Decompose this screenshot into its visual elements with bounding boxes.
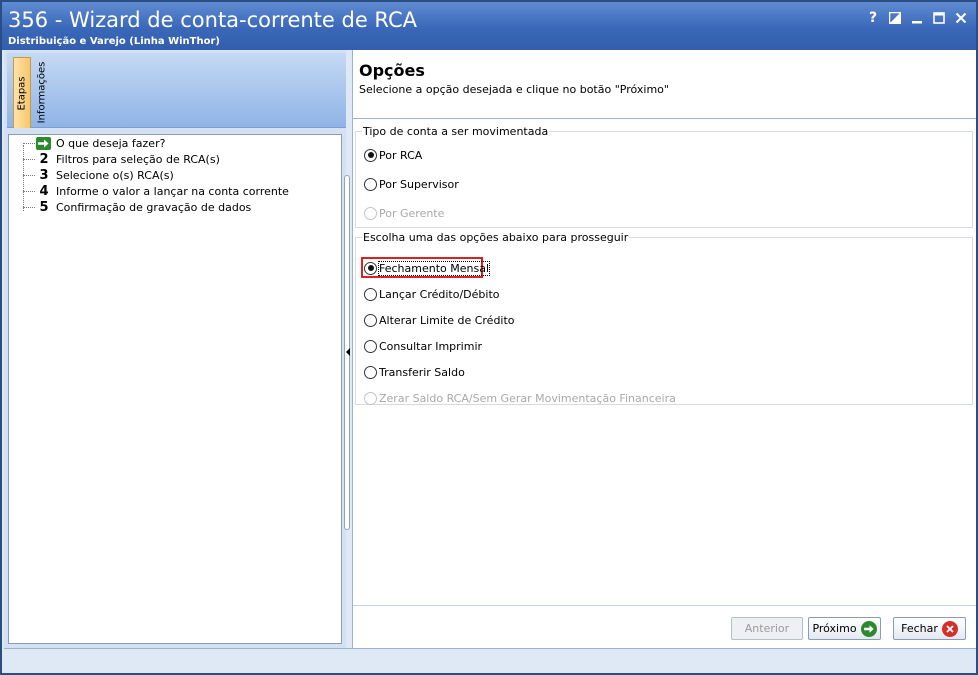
action-options-group: Escolha uma das opções abaixo para pross… xyxy=(355,231,973,406)
restore-icon xyxy=(889,12,901,24)
header-divider xyxy=(353,118,976,119)
proximo-label: Próximo xyxy=(812,622,857,635)
tree-branch xyxy=(23,143,35,144)
radio-label: Fechamento Mensal xyxy=(377,260,491,276)
help-icon: ? xyxy=(868,10,878,26)
radio-label: Zerar Saldo RCA/Sem Gerar Movimentação F… xyxy=(379,391,676,405)
maximize-button[interactable] xyxy=(928,8,950,28)
tab-informacoes[interactable]: Informações xyxy=(33,57,51,128)
close-icon xyxy=(955,12,967,24)
step-label: Filtros para seleção de RCA(s) xyxy=(56,152,220,166)
radio-lancar-credito-debito[interactable]: Lançar Crédito/Débito xyxy=(364,286,499,302)
current-step-arrow-icon xyxy=(36,136,51,150)
tree-branch xyxy=(23,159,35,160)
window-controls: ? xyxy=(862,8,972,30)
step-number: 4 xyxy=(39,183,49,199)
radio-label: Por Gerente xyxy=(379,206,445,220)
steps-pane: Etapas Informações O que deseja fazer? 2 xyxy=(4,50,346,648)
account-type-legend: Tipo de conta a ser movimentada xyxy=(362,125,550,138)
page-subtitle: Selecione a opção desejada e clique no b… xyxy=(359,83,669,96)
close-window-button[interactable] xyxy=(950,8,972,28)
radio-label: Lançar Crédito/Débito xyxy=(379,287,500,301)
radio-button[interactable] xyxy=(364,313,377,327)
radio-button[interactable] xyxy=(364,287,377,301)
fechar-label: Fechar xyxy=(901,622,938,635)
wizard-window: 356 - Wizard de conta-corrente de RCA Di… xyxy=(0,0,978,675)
radio-por-rca[interactable]: Por RCA xyxy=(364,147,422,163)
radio-fechamento-mensal[interactable]: Fechamento Mensal xyxy=(364,260,491,276)
radio-button xyxy=(364,391,377,405)
radio-por-gerente: Por Gerente xyxy=(364,205,444,221)
radio-label: Transferir Saldo xyxy=(379,365,465,379)
radio-button[interactable] xyxy=(364,177,377,191)
minimize-button[interactable] xyxy=(906,8,928,28)
step-label: Selecione o(s) RCA(s) xyxy=(56,168,174,182)
tree-connector xyxy=(23,145,24,211)
action-options-legend: Escolha uma das opções abaixo para pross… xyxy=(362,231,630,244)
step-number: 3 xyxy=(39,167,49,183)
radio-label: Alterar Limite de Crédito xyxy=(379,313,515,327)
window-title: 356 - Wizard de conta-corrente de RCA xyxy=(8,8,418,32)
maximize-icon xyxy=(933,12,945,24)
tree-branch xyxy=(23,175,35,176)
tab-etapas[interactable]: Etapas xyxy=(13,57,31,128)
step-label: O que deseja fazer? xyxy=(56,136,166,150)
step-number: 5 xyxy=(39,199,49,215)
step-label: Informe o valor a lançar na conta corren… xyxy=(56,184,289,198)
next-arrow-icon xyxy=(860,620,877,637)
tree-branch xyxy=(23,191,35,192)
fechar-button[interactable]: Fechar xyxy=(893,617,966,640)
tab-etapas-label: Etapas xyxy=(16,75,28,111)
restore-button[interactable] xyxy=(884,8,906,28)
radio-zerar-saldo: Zerar Saldo RCA/Sem Gerar Movimentação F… xyxy=(364,390,676,406)
help-button[interactable]: ? xyxy=(862,8,884,28)
radio-label: Por Supervisor xyxy=(379,177,459,191)
radio-button[interactable] xyxy=(364,365,377,379)
tab-informacoes-label: Informações xyxy=(36,61,48,124)
radio-consultar-imprimir[interactable]: Consultar Imprimir xyxy=(364,338,482,354)
steps-tree: O que deseja fazer? 2 Filtros para seleç… xyxy=(8,134,342,644)
status-bar xyxy=(4,648,976,673)
radio-label: Por RCA xyxy=(379,148,423,162)
proximo-button[interactable]: Próximo xyxy=(808,617,881,640)
page-title: Opções xyxy=(359,61,425,80)
radio-label: Consultar Imprimir xyxy=(379,339,483,353)
minimize-icon xyxy=(912,21,922,24)
radio-button[interactable] xyxy=(364,148,377,162)
radio-alterar-limite-credito[interactable]: Alterar Limite de Crédito xyxy=(364,312,515,328)
window-subtitle: Distribuição e Varejo (Linha WinThor) xyxy=(8,36,220,47)
collapse-left-icon[interactable] xyxy=(346,348,350,356)
radio-button xyxy=(364,206,377,220)
anterior-label: Anterior xyxy=(744,622,790,635)
anterior-button[interactable]: Anterior xyxy=(731,617,803,640)
radio-button[interactable] xyxy=(364,339,377,353)
radio-button[interactable] xyxy=(364,261,377,275)
step-number: 2 xyxy=(39,151,49,167)
radio-transferir-saldo[interactable]: Transferir Saldo xyxy=(364,364,465,380)
radio-por-supervisor[interactable]: Por Supervisor xyxy=(364,176,459,192)
tree-branch xyxy=(23,207,35,208)
footer-divider xyxy=(353,605,976,606)
vertical-tabs: Etapas Informações xyxy=(7,53,346,128)
step-label: Confirmação de gravação de dados xyxy=(56,200,252,214)
title-bar: 356 - Wizard de conta-corrente de RCA Di… xyxy=(2,2,976,50)
account-type-group: Tipo de conta a ser movimentada Por RCA … xyxy=(355,125,973,228)
close-icon xyxy=(941,620,958,637)
options-pane: Opções Selecione a opção desejada e cliq… xyxy=(352,50,976,648)
